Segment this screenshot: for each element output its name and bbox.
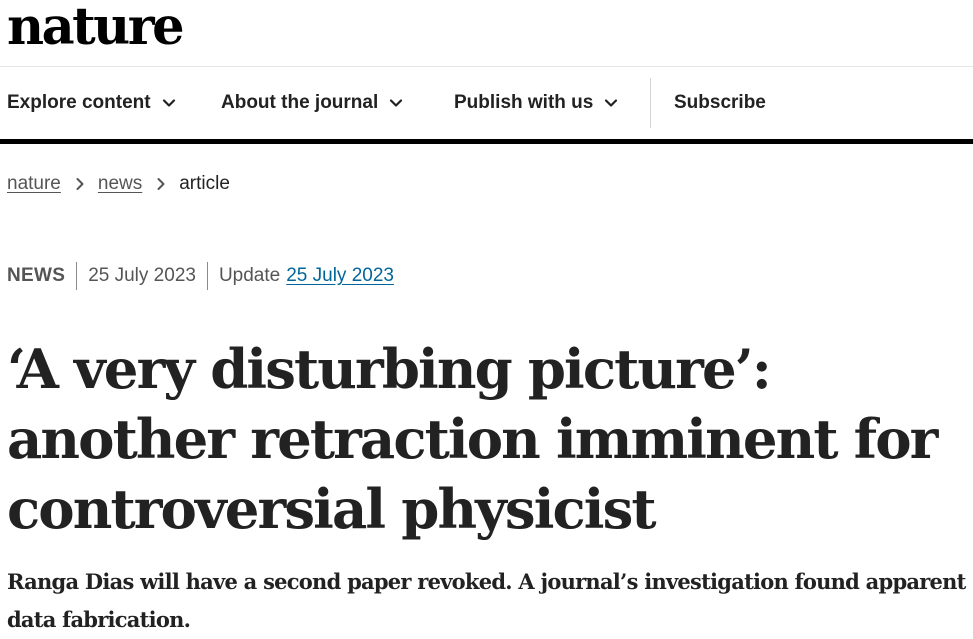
article-type-label: NEWS	[7, 265, 66, 286]
update-date-link[interactable]: 25 July 2023	[286, 265, 394, 287]
nature-logo[interactable]: nature	[7, 0, 185, 60]
breadcrumb-current: article	[179, 173, 230, 194]
nav-explore-content[interactable]: Explore content	[7, 67, 176, 139]
nav-publish-with-us[interactable]: Publish with us	[454, 67, 618, 139]
subscribe-link[interactable]: Subscribe	[674, 67, 766, 139]
nav-explore-content-label: Explore content	[7, 92, 151, 113]
subscribe-label: Subscribe	[674, 92, 766, 113]
chevron-right-icon	[76, 178, 84, 190]
chevron-right-icon	[157, 178, 165, 190]
article-title: ‘A very disturbing picture’: another ret…	[7, 337, 938, 541]
nav-publish-with-us-label: Publish with us	[454, 92, 594, 113]
update-label: Update	[218, 265, 281, 286]
meta-divider	[76, 262, 78, 290]
nav-about-the-journal[interactable]: About the journal	[221, 67, 403, 139]
published-date: 25 July 2023	[88, 265, 196, 286]
chevron-down-icon	[162, 99, 175, 107]
nav-about-the-journal-label: About the journal	[221, 92, 379, 113]
article-standfirst: Ranga Dias will have a second paper revo…	[7, 569, 966, 632]
breadcrumb-link-nature[interactable]: nature	[7, 170, 61, 198]
main-nav: Explore content About the journal Publis…	[0, 67, 973, 144]
nav-divider	[650, 78, 651, 128]
article-meta: NEWS 25 July 2023 Update 25 July 2023	[7, 262, 394, 290]
breadcrumb: nature news article	[7, 170, 230, 198]
chevron-down-icon	[390, 99, 403, 107]
breadcrumb-link-news[interactable]: news	[98, 170, 142, 198]
logo-bar: nature	[0, 0, 973, 67]
chevron-down-icon	[605, 99, 618, 107]
meta-divider	[206, 262, 208, 290]
site-header: nature Explore content About the journal…	[0, 0, 973, 144]
